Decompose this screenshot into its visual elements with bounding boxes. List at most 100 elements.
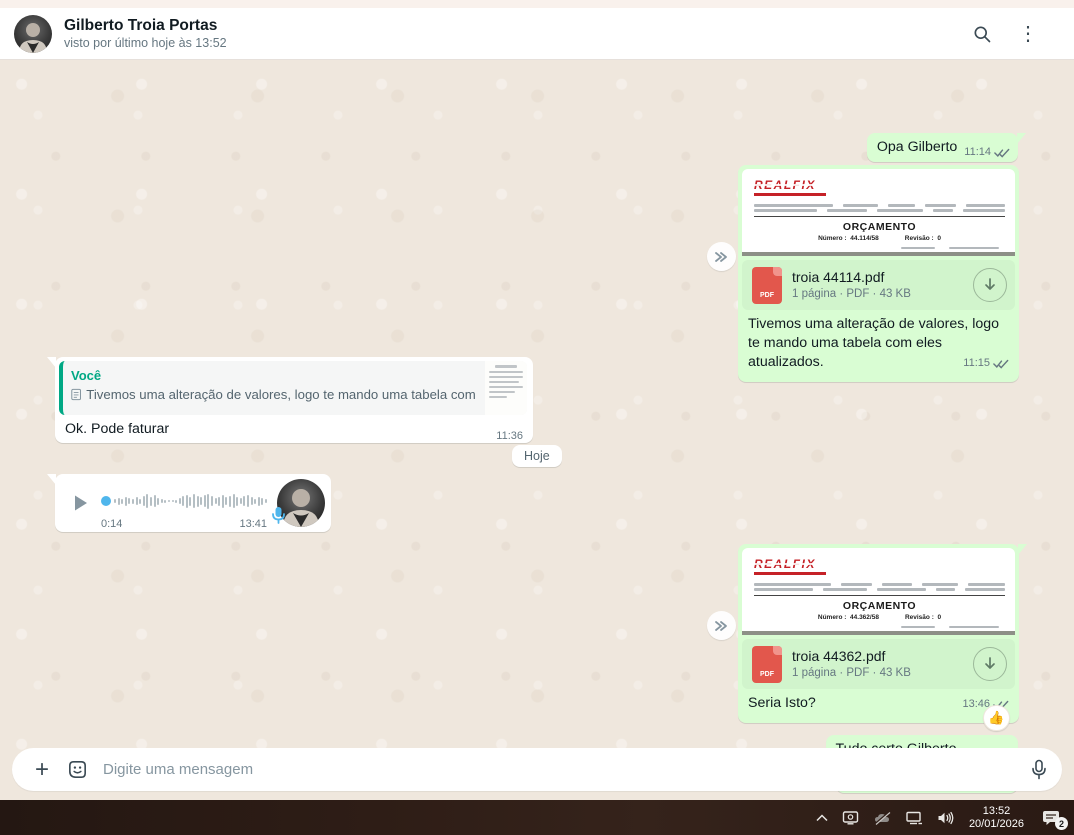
sticker-smiley-icon bbox=[66, 758, 89, 781]
document-blurred-text bbox=[754, 583, 1005, 591]
audio-waveform[interactable] bbox=[114, 486, 269, 516]
pdf-file-info: troia 44114.pdf 1 página · PDF · 43 KB bbox=[792, 268, 973, 302]
ethernet-network-icon bbox=[905, 811, 923, 825]
document-footer-bar bbox=[742, 631, 1015, 635]
pdf-file-meta: 1 página · PDF · 43 KB bbox=[792, 286, 973, 302]
conversation-panel[interactable]: Opa Gilberto 11:14 REALFIX bbox=[0, 60, 1074, 800]
cast-display-icon bbox=[842, 810, 859, 825]
message-out-document-1[interactable]: REALFIX ORÇAMENTO Número : 44.114/58 Rev… bbox=[738, 165, 1019, 382]
document-fields: Número : 44.362/58 Revisão : 0 bbox=[754, 614, 1005, 621]
forward-message-button[interactable] bbox=[707, 611, 736, 640]
whatsapp-window: Gilberto Troia Portas visto por último h… bbox=[0, 0, 1074, 835]
realfix-logo-underline bbox=[754, 572, 826, 575]
document-icon bbox=[71, 387, 81, 402]
download-button[interactable] bbox=[973, 647, 1007, 681]
chat-header: Gilberto Troia Portas visto por último h… bbox=[0, 8, 1074, 60]
pdf-file-name: troia 44362.pdf bbox=[792, 647, 973, 665]
date-divider: Hoje bbox=[512, 445, 562, 467]
pdf-file-name: troia 44114.pdf bbox=[792, 268, 973, 286]
message-time: 13:41 bbox=[239, 518, 267, 530]
audio-scrubber-handle[interactable] bbox=[101, 496, 111, 506]
message-composer: + bbox=[12, 748, 1062, 791]
document-foot-lines bbox=[754, 626, 1005, 629]
message-in-reply[interactable]: Você Tivemos uma alteração de valores, l… bbox=[55, 357, 533, 443]
forward-arrow-icon bbox=[714, 250, 730, 264]
document-footer-bar bbox=[742, 252, 1015, 256]
quoted-message[interactable]: Você Tivemos uma alteração de valores, l… bbox=[59, 361, 527, 415]
audio-duration: 0:14 bbox=[101, 518, 122, 530]
delivered-double-check-icon bbox=[994, 147, 1010, 158]
download-icon bbox=[982, 277, 998, 293]
message-input[interactable] bbox=[103, 761, 1030, 778]
person-silhouette-icon bbox=[14, 15, 52, 53]
system-tray: 13:52 20/01/2026 2 bbox=[809, 800, 1074, 835]
message-time: 11:36 bbox=[496, 430, 523, 442]
download-button[interactable] bbox=[973, 268, 1007, 302]
play-button[interactable] bbox=[65, 488, 95, 518]
pdf-file-icon: PDF bbox=[752, 267, 782, 304]
tray-expand-button[interactable] bbox=[809, 800, 835, 835]
notification-center-button[interactable]: 2 bbox=[1034, 800, 1074, 835]
message-reaction-badge[interactable]: 👍 bbox=[983, 705, 1010, 731]
quote-author: Você bbox=[71, 367, 475, 384]
emoji-sticker-button[interactable] bbox=[66, 758, 89, 781]
document-title: ORÇAMENTO bbox=[754, 221, 1005, 233]
tray-volume-button[interactable] bbox=[930, 800, 961, 835]
message-meta: 11:15 bbox=[963, 354, 1009, 373]
voice-note-mic-icon bbox=[271, 506, 286, 529]
play-icon bbox=[69, 492, 91, 514]
realfix-logo: REALFIX bbox=[754, 178, 830, 196]
chevron-up-icon bbox=[816, 814, 828, 822]
quote-thumbnail bbox=[485, 361, 527, 415]
microphone-icon bbox=[1030, 759, 1048, 781]
speaker-icon bbox=[937, 811, 954, 825]
caption-text: Seria Isto? bbox=[748, 695, 816, 711]
notification-count-badge: 2 bbox=[1055, 817, 1068, 830]
pdf-attachment-row[interactable]: PDF troia 44114.pdf 1 página · PDF · 43 … bbox=[742, 260, 1015, 310]
cloud-slash-icon bbox=[873, 811, 891, 825]
forward-message-button[interactable] bbox=[707, 242, 736, 271]
attach-button[interactable]: + bbox=[28, 756, 56, 784]
thumbs-up-emoji: 👍 bbox=[988, 710, 1004, 726]
document-preview-1[interactable]: REALFIX ORÇAMENTO Número : 44.114/58 Rev… bbox=[742, 169, 1015, 256]
document-preview-2[interactable]: REALFIX ORÇAMENTO Número : 44.362/58 Rev… bbox=[742, 548, 1015, 635]
document-fields: Número : 44.114/58 Revisão : 0 bbox=[754, 235, 1005, 242]
menu-button[interactable]: ⋮ bbox=[1018, 24, 1038, 44]
pdf-attachment-row[interactable]: PDF troia 44362.pdf 1 página · PDF · 43 … bbox=[742, 639, 1015, 689]
pdf-file-meta: 1 página · PDF · 43 KB bbox=[792, 665, 973, 681]
document-foot-lines bbox=[754, 247, 1005, 250]
realfix-logo-underline bbox=[754, 193, 826, 196]
tray-cast-display-button[interactable] bbox=[835, 800, 866, 835]
message-time: 11:15 bbox=[963, 354, 990, 373]
message-out-document-2[interactable]: REALFIX ORÇAMENTO Número : 44.362/58 Rev… bbox=[738, 544, 1019, 723]
caption-text: Tivemos uma alteração de valores, logo t… bbox=[748, 316, 999, 370]
contact-info[interactable]: Gilberto Troia Portas visto por último h… bbox=[64, 16, 972, 52]
voice-record-button[interactable] bbox=[1030, 759, 1048, 781]
message-meta: 11:14 bbox=[964, 146, 1010, 158]
waveform-zone: 0:14 13:41 bbox=[101, 474, 269, 532]
windows-taskbar: 13:52 20/01/2026 2 bbox=[0, 800, 1074, 835]
contact-last-seen: visto por último hoje às 13:52 bbox=[64, 35, 972, 52]
download-icon bbox=[982, 656, 998, 672]
taskbar-date: 20/01/2026 bbox=[969, 818, 1024, 831]
message-in-voice-note[interactable]: 0:14 13:41 bbox=[55, 474, 331, 532]
contact-name: Gilberto Troia Portas bbox=[64, 16, 972, 35]
delivered-double-check-icon bbox=[993, 358, 1009, 369]
kebab-icon: ⋮ bbox=[1018, 24, 1038, 44]
tray-network-button[interactable] bbox=[898, 800, 930, 835]
forward-arrow-icon bbox=[714, 619, 730, 633]
pdf-file-icon: PDF bbox=[752, 646, 782, 683]
sender-avatar[interactable] bbox=[277, 479, 325, 527]
message-caption: Seria Isto? 13:46 bbox=[742, 689, 1015, 719]
tray-onedrive-paused-button[interactable] bbox=[866, 800, 898, 835]
quote-body: Você Tivemos uma alteração de valores, l… bbox=[63, 361, 485, 415]
message-text: Opa Gilberto bbox=[877, 139, 957, 155]
search-button[interactable] bbox=[972, 24, 992, 44]
taskbar-clock[interactable]: 13:52 20/01/2026 bbox=[961, 805, 1034, 831]
document-divider bbox=[754, 216, 1005, 217]
message-text: Ok. Pode faturar bbox=[65, 421, 489, 437]
realfix-logo: REALFIX bbox=[754, 557, 830, 575]
contact-avatar[interactable] bbox=[14, 15, 52, 53]
message-out-opa-gilberto[interactable]: Opa Gilberto 11:14 bbox=[867, 133, 1018, 162]
document-divider bbox=[754, 595, 1005, 596]
